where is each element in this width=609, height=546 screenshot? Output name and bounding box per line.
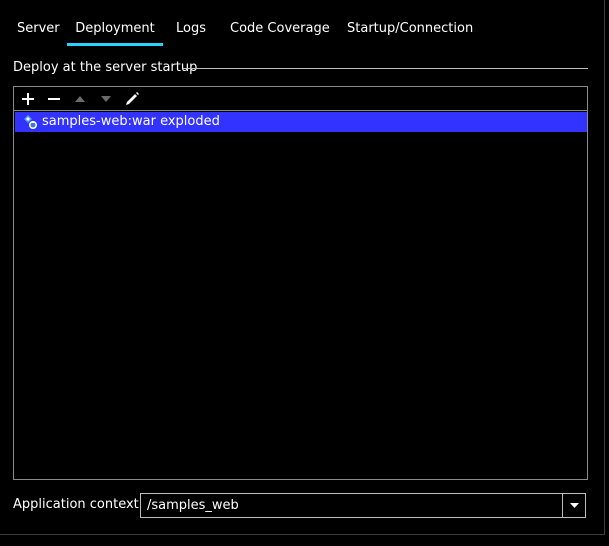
deploy-toolbar (14, 87, 587, 111)
deploy-list-panel: samples-web:war exploded (13, 86, 588, 480)
application-context-combobox[interactable]: /samples_web (140, 493, 586, 518)
chevron-down-icon (563, 502, 586, 509)
deploy-list[interactable]: samples-web:war exploded (14, 111, 587, 479)
list-item[interactable]: samples-web:war exploded (15, 112, 587, 132)
artifact-exploded-icon (22, 114, 38, 130)
minus-icon (44, 89, 64, 109)
dropdown-button[interactable] (562, 494, 586, 517)
arrow-up-icon (70, 89, 90, 109)
tab-server[interactable]: Server (4, 0, 73, 46)
pencil-icon (122, 89, 142, 109)
group-title-line (183, 68, 588, 69)
remove-button[interactable] (44, 89, 64, 109)
move-up-button[interactable] (70, 89, 90, 109)
tab-code-coverage[interactable]: Code Coverage (217, 0, 343, 46)
deploy-group-title: Deploy at the server startup (13, 60, 198, 75)
tab-startup-connection[interactable]: Startup/Connection (334, 0, 486, 46)
add-button[interactable] (18, 89, 38, 109)
move-down-button[interactable] (96, 89, 116, 109)
application-context-input[interactable]: /samples_web (147, 494, 557, 517)
list-item-label: samples-web:war exploded (42, 114, 220, 129)
right-divider (604, 0, 605, 534)
edit-button[interactable] (122, 89, 142, 109)
tab-bar: Server Deployment Logs Code Coverage Sta… (0, 0, 609, 46)
tab-deployment[interactable]: Deployment (67, 0, 163, 46)
bottom-divider (0, 534, 605, 535)
tab-logs[interactable]: Logs (163, 0, 219, 46)
run-configuration-panel: Server Deployment Logs Code Coverage Sta… (0, 0, 609, 546)
arrow-down-icon (96, 89, 116, 109)
application-context-label: Application context: (13, 497, 144, 512)
plus-icon (18, 89, 38, 109)
